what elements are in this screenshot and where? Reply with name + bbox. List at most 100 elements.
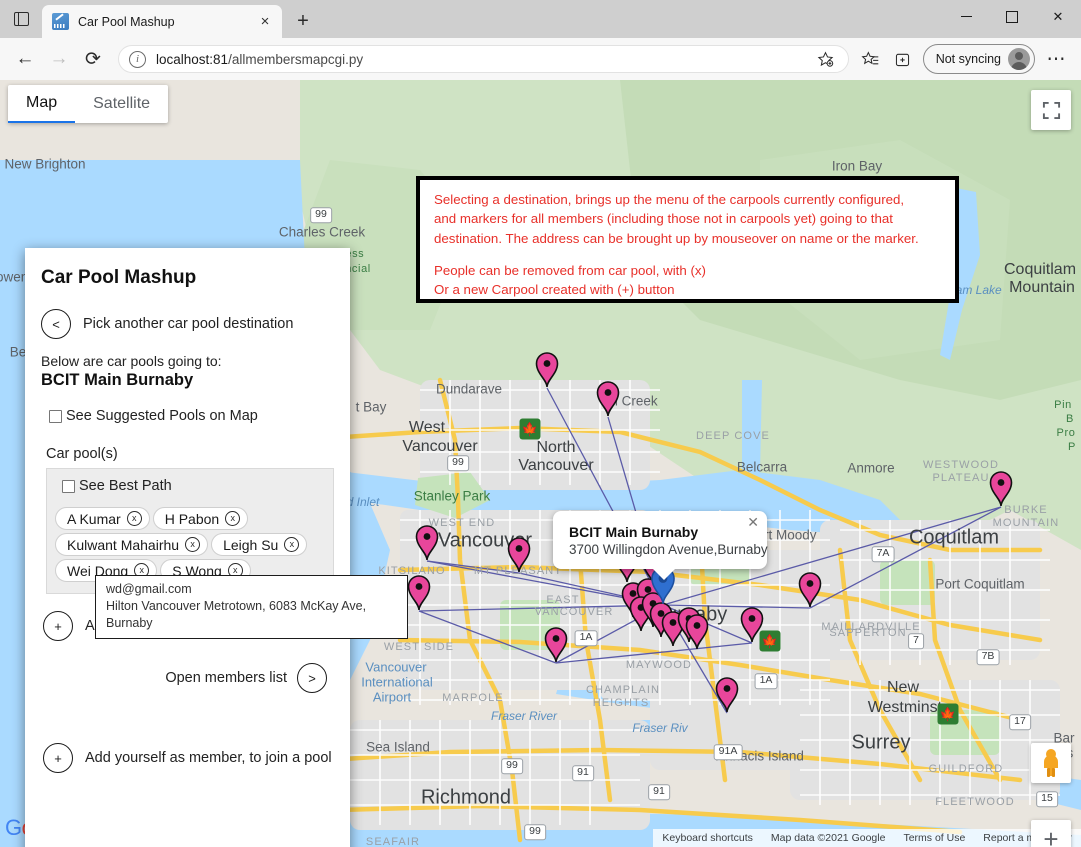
map-type-satellite-button[interactable]: Satellite [75, 85, 168, 123]
map-attribution-bar: Keyboard shortcuts Map data ©2021 Google T… [653, 829, 1081, 847]
highway-shield-icon: 7B [976, 649, 1000, 665]
member-marker-icon[interactable] [739, 605, 765, 643]
best-path-row[interactable]: See Best Path [55, 478, 325, 494]
tooltip-address: Hilton Vancouver Metrotown, 6083 McKay A… [106, 598, 367, 630]
add-self-row[interactable]: + Add yourself as member, to join a pool [43, 743, 334, 773]
member-chip[interactable]: Leigh Su x [211, 533, 308, 556]
annotation-spacer [434, 248, 941, 261]
remove-member-icon[interactable]: x [284, 537, 300, 552]
more-options-icon[interactable]: ⋯ [1039, 42, 1073, 76]
member-marker-icon[interactable] [714, 675, 740, 713]
best-path-checkbox[interactable] [62, 479, 75, 493]
collections-icon[interactable] [887, 44, 919, 74]
google-logo-letter: G [5, 815, 22, 840]
destination-name: BCIT Main Burnaby [41, 371, 194, 389]
member-marker-icon[interactable] [797, 570, 823, 608]
pink-pin-svg [544, 627, 568, 663]
sidebar-glyph-icon [13, 12, 29, 26]
member-chip[interactable]: Kulwant Mahairhu x [55, 533, 209, 556]
collections-svg [896, 53, 910, 66]
tooltip-email: wd@gmail.com [106, 582, 192, 596]
pick-destination-row[interactable]: < Pick another car pool destination [41, 309, 334, 339]
highway-shield-icon: 99 [501, 758, 523, 774]
highway-shield-icon: 1A [754, 673, 778, 689]
forward-button[interactable]: → [42, 42, 76, 76]
member-marker-icon[interactable] [506, 535, 532, 573]
member-marker-icon[interactable] [414, 523, 440, 561]
member-marker-icon[interactable] [406, 573, 432, 611]
favorites-icon[interactable] [855, 44, 887, 74]
remove-member-icon[interactable]: x [185, 537, 201, 552]
window-controls: ✕ [943, 0, 1081, 33]
browser-toolbar: ← → ⟳ i localhost:81/allmembersmapcgi.py… [0, 38, 1081, 80]
open-members-button[interactable]: > [297, 663, 327, 693]
map-attribution-link[interactable]: Map data ©2021 Google [762, 832, 895, 844]
add-favorite-icon[interactable] [810, 44, 842, 74]
fullscreen-icon [1042, 101, 1060, 119]
map-area[interactable]: Iron BayNew BrightonCharles CreekCypress… [0, 80, 1081, 847]
highway-shield-icon: 99 [447, 455, 469, 471]
zoom-control[interactable]: + − [1031, 820, 1071, 847]
reload-button[interactable]: ⟳ [76, 42, 110, 76]
highway-shield-icon: 17 [1009, 714, 1031, 730]
carpool-panel: Car Pool Mashup < Pick another car pool … [25, 248, 350, 847]
suggested-pools-checkbox[interactable] [49, 409, 62, 423]
browser-chrome: Car Pool Mashup × + ✕ ← → ⟳ i localhost:… [0, 0, 1081, 80]
carpools-heading: Car pool(s) [46, 446, 118, 462]
member-marker-icon[interactable] [988, 469, 1014, 507]
pink-pin-svg [596, 381, 620, 417]
suggested-pools-row[interactable]: See Suggested Pools on Map [41, 408, 334, 424]
infowindow-close-icon[interactable]: ✕ [747, 515, 759, 529]
pink-pin-svg [535, 352, 559, 388]
maximize-window-button[interactable] [989, 0, 1035, 33]
pegman-button[interactable] [1031, 743, 1071, 783]
highway-shield-icon: 99 [310, 207, 332, 223]
pick-destination-button[interactable]: < [41, 309, 71, 339]
back-button[interactable]: ← [8, 42, 42, 76]
suggested-pools-label: See Suggested Pools on Map [66, 408, 258, 424]
url-path: /allmembersmapcgi.py [228, 51, 364, 67]
remove-member-icon[interactable]: x [225, 511, 241, 526]
add-self-button[interactable]: + [43, 743, 73, 773]
sidebar-toggle-icon[interactable] [0, 0, 42, 38]
member-marker-icon[interactable] [534, 350, 560, 388]
minimize-window-button[interactable] [943, 0, 989, 33]
member-marker-icon[interactable] [595, 379, 621, 417]
fullscreen-button[interactable] [1031, 90, 1071, 130]
highway-shield-icon: 91 [572, 765, 594, 781]
member-chip[interactable]: A Kumar x [55, 507, 150, 530]
add-carpool-button[interactable]: + [43, 611, 73, 641]
map-attribution-link[interactable]: Terms of Use [894, 832, 974, 844]
close-window-button[interactable]: ✕ [1035, 0, 1081, 33]
browser-tab[interactable]: Car Pool Mashup × [42, 5, 282, 38]
pegman-icon [1044, 749, 1058, 777]
annotation-line-4: People can be removed from car pool, wit… [434, 262, 706, 278]
remove-member-icon[interactable]: x [126, 511, 142, 526]
member-marker-icon[interactable] [543, 625, 569, 663]
infowindow-address: 3700 Willingdon Avenue,Burnaby [569, 542, 768, 557]
pink-pin-svg [740, 607, 764, 643]
site-info-icon[interactable]: i [129, 50, 146, 68]
annotation-line-2: and markers for all members (including t… [434, 211, 893, 227]
highway-shield-icon: 7 [908, 633, 924, 649]
map-attribution-link[interactable]: Keyboard shortcuts [653, 832, 761, 844]
map-type-map-button[interactable]: Map [8, 85, 76, 123]
zoom-in-button[interactable]: + [1031, 820, 1071, 847]
infowindow-title: BCIT Main Burnaby [569, 524, 699, 540]
star-plus-svg [817, 51, 834, 67]
annotation-line-3: destination. The address can be brought … [434, 230, 919, 246]
map-type-control[interactable]: Map Satellite [8, 85, 169, 123]
member-marker-icon[interactable] [684, 612, 710, 650]
member-name: Kulwant Mahairhu [67, 536, 180, 553]
open-members-row[interactable]: Open members list > [41, 663, 334, 693]
member-chip[interactable]: H Pabon x [152, 507, 249, 530]
new-tab-button[interactable]: + [288, 6, 318, 36]
pick-destination-label: Pick another car pool destination [83, 316, 294, 332]
pink-pin-svg [685, 614, 709, 650]
tab-close-icon[interactable]: × [254, 11, 276, 33]
profile-label: Not syncing [935, 52, 1001, 66]
address-bar[interactable]: i localhost:81/allmembersmapcgi.py [118, 45, 849, 73]
profile-button[interactable]: Not syncing [922, 44, 1035, 74]
map-infowindow[interactable]: ✕ BCIT Main Burnaby 3700 Willingdon Aven… [553, 511, 768, 580]
tab-title: Car Pool Mashup [78, 14, 175, 29]
